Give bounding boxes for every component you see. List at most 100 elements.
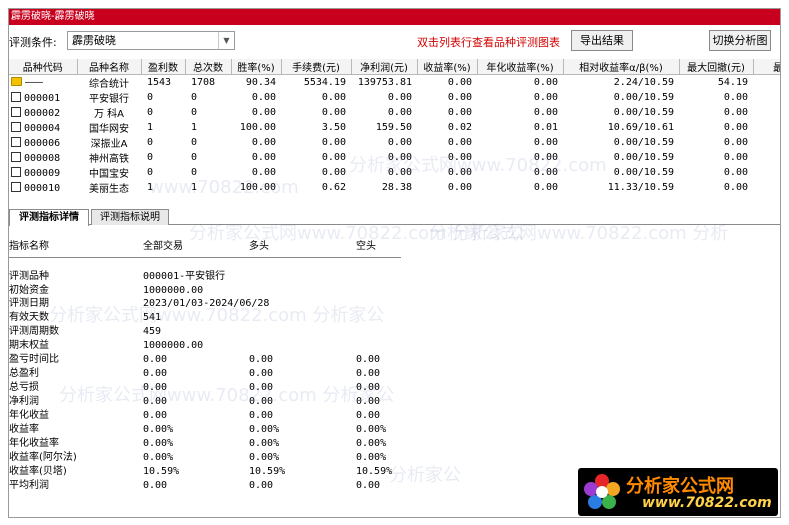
table-cell — [753, 120, 780, 135]
table-cell: 0.00 — [723, 107, 748, 118]
chevron-down-icon[interactable]: ▼ — [218, 32, 234, 49]
checkbox-icon[interactable] — [11, 91, 21, 102]
table-cell — [753, 90, 780, 105]
detail-column-header: 多头 — [249, 241, 269, 252]
column-header[interactable]: 净利润(元) — [351, 59, 418, 75]
main-window: 霹雳破晓-霹雳破晓 评测条件: 霹雳破晓 ▼ 双击列表行查看品种评测图表 导出结… — [8, 8, 781, 518]
checkbox-icon[interactable] — [11, 136, 21, 147]
row-code-cell: 000001 — [9, 90, 77, 105]
logo-url: www.70822.com — [642, 495, 772, 511]
table-cell: 0.00 — [387, 137, 412, 148]
table-cell: 0.00 — [533, 107, 558, 118]
table-cell: 3.50 — [321, 122, 346, 133]
column-header[interactable]: 品种名称 — [77, 59, 142, 75]
column-header[interactable]: 最大回撤(元) — [679, 59, 754, 75]
detail-metric-name: 盈亏时间比 — [9, 354, 59, 365]
table-cell: 0.00 — [447, 77, 472, 88]
table-cell: 0.00 — [533, 137, 558, 148]
table-cell: 0.00 — [723, 182, 748, 193]
table-cell: 0.00 — [723, 167, 748, 178]
detail-metric-value: 0.00 — [249, 368, 274, 379]
column-header[interactable]: 总次数 — [185, 59, 232, 75]
export-results-button[interactable]: 导出结果 — [571, 30, 633, 51]
detail-metric-value: 0.00 — [249, 396, 274, 407]
checkbox-icon[interactable] — [11, 106, 21, 117]
column-header[interactable]: 收益率(%) — [417, 59, 478, 75]
table-cell: 0.00 — [447, 137, 472, 148]
table-cell: 0.02 — [447, 122, 472, 133]
table-cell: 139753.81 — [357, 77, 412, 88]
table-row[interactable]: 000004 国华网安 1 1 100.00 3.50 159.50 0.02 0.01 10.6… — [9, 120, 780, 135]
condition-select[interactable]: 霹雳破晓 ▼ — [67, 31, 235, 50]
tab-indicator-details[interactable]: 评测指标详情 — [9, 209, 89, 226]
table-row[interactable]: 000008 神州高铁 0 0 0.00 0.00 0.00 0.00 0.00 0.00/10.… — [9, 150, 780, 165]
row-code: 000009 — [24, 167, 61, 179]
table-cell: 0.00 — [533, 152, 558, 163]
detail-metric-value: 0.00 — [143, 382, 168, 393]
site-logo: 分析家公式网 www.70822.com — [578, 468, 778, 516]
table-cell: 0.01 — [533, 122, 558, 133]
table-cell: 万 科A — [93, 109, 125, 120]
table-cell: 0.00 — [723, 92, 748, 103]
column-header[interactable]: 盈利数 — [141, 59, 186, 75]
column-header[interactable]: 手续费(元) — [281, 59, 352, 75]
table-cell: 0.00 — [533, 92, 558, 103]
column-header[interactable]: 胜率(%) — [231, 59, 282, 75]
column-header[interactable]: 相对收益率α/β(%) — [563, 59, 680, 75]
table-row[interactable]: 000001 平安银行 0 0 0.00 0.00 0.00 0.00 0.00 0.00/10.… — [9, 90, 780, 105]
table-cell: 0.00 — [251, 107, 276, 118]
column-header[interactable]: 年化收益率(%) — [477, 59, 564, 75]
detail-metric-value: 0.00 — [356, 382, 381, 393]
table-cell: 0.00 — [723, 122, 748, 133]
checkbox-icon[interactable] — [11, 151, 21, 162]
detail-metric-value: 0.00 — [356, 480, 381, 491]
table-cell: 神州高铁 — [89, 154, 129, 165]
detail-metric-name: 有效天数 — [9, 312, 49, 323]
switch-chart-button[interactable]: 切换分析图 — [709, 30, 771, 51]
table-cell: 2.24/10.59 — [613, 77, 674, 88]
table-row[interactable]: 000002 万 科A 0 0 0.00 0.00 0.00 0.00 0.00 0.00/10.… — [9, 105, 780, 120]
table-row[interactable]: ——— 综合统计 1543 1708 90.34 5534.19 139753.81 0.00… — [9, 75, 780, 90]
table-cell: 0.00/10.59 — [613, 92, 674, 103]
checkbox-icon[interactable] — [11, 121, 21, 132]
table-cell: 平安银行 — [89, 94, 129, 105]
table-cell: 0.00 — [447, 107, 472, 118]
table-cell: 0 — [147, 167, 154, 178]
detail-metric-value: 459 — [143, 326, 162, 337]
detail-metric-name: 评测日期 — [9, 298, 49, 309]
table-cell: 0.00 — [321, 92, 346, 103]
detail-metric-value: 0.00% — [143, 438, 174, 449]
table-cell: 0.00 — [321, 167, 346, 178]
table-cell: 美丽生态 — [89, 184, 129, 195]
row-code: 000006 — [24, 137, 61, 149]
table-cell: 0.00 — [533, 182, 558, 193]
table-cell: 0.00 — [321, 137, 346, 148]
table-body: ——— 综合统计 1543 1708 90.34 5534.19 139753.81 0.00… — [9, 75, 780, 195]
column-header[interactable]: 品种代码 — [9, 59, 78, 75]
checkbox-icon[interactable] — [11, 181, 21, 192]
tab-indicator-description[interactable]: 评测指标说明 — [91, 209, 169, 225]
checkbox-icon[interactable] — [11, 166, 21, 177]
detail-header-divider — [9, 257, 401, 258]
table-cell — [753, 150, 780, 165]
detail-metric-value: 0.00 — [143, 368, 168, 379]
row-code: ——— — [25, 77, 44, 88]
table-cell: 1 — [191, 182, 198, 193]
table-cell: 深振业A — [90, 139, 128, 150]
detail-metric-name: 期末权益 — [9, 340, 49, 351]
table-row[interactable]: 000010 美丽生态 1 1 100.00 0.62 28.38 0.00 0.00 11.33… — [9, 180, 780, 195]
table-row[interactable]: 000009 中国宝安 0 0 0.00 0.00 0.00 0.00 0.00 0.00/10.… — [9, 165, 780, 180]
column-header[interactable]: 最大D — [753, 59, 780, 75]
folder-icon — [11, 77, 22, 86]
flower-logo-icon — [584, 474, 620, 509]
detail-tabs: 评测指标详情 评测指标说明 — [9, 207, 780, 226]
detail-metric-value: 0.00% — [249, 438, 280, 449]
table-row[interactable]: 000006 深振业A 0 0 0.00 0.00 0.00 0.00 0.00 0.00/10.… — [9, 135, 780, 150]
row-code-cell: 000004 — [9, 120, 77, 135]
table-cell: 0 — [147, 107, 154, 118]
table-cell: 100.00 — [239, 182, 276, 193]
table-cell: 28.38 — [381, 182, 412, 193]
table-cell: 国华网安 — [89, 124, 129, 135]
row-code-cell: 000009 — [9, 165, 77, 180]
detail-metric-value: 0.00% — [143, 452, 174, 463]
